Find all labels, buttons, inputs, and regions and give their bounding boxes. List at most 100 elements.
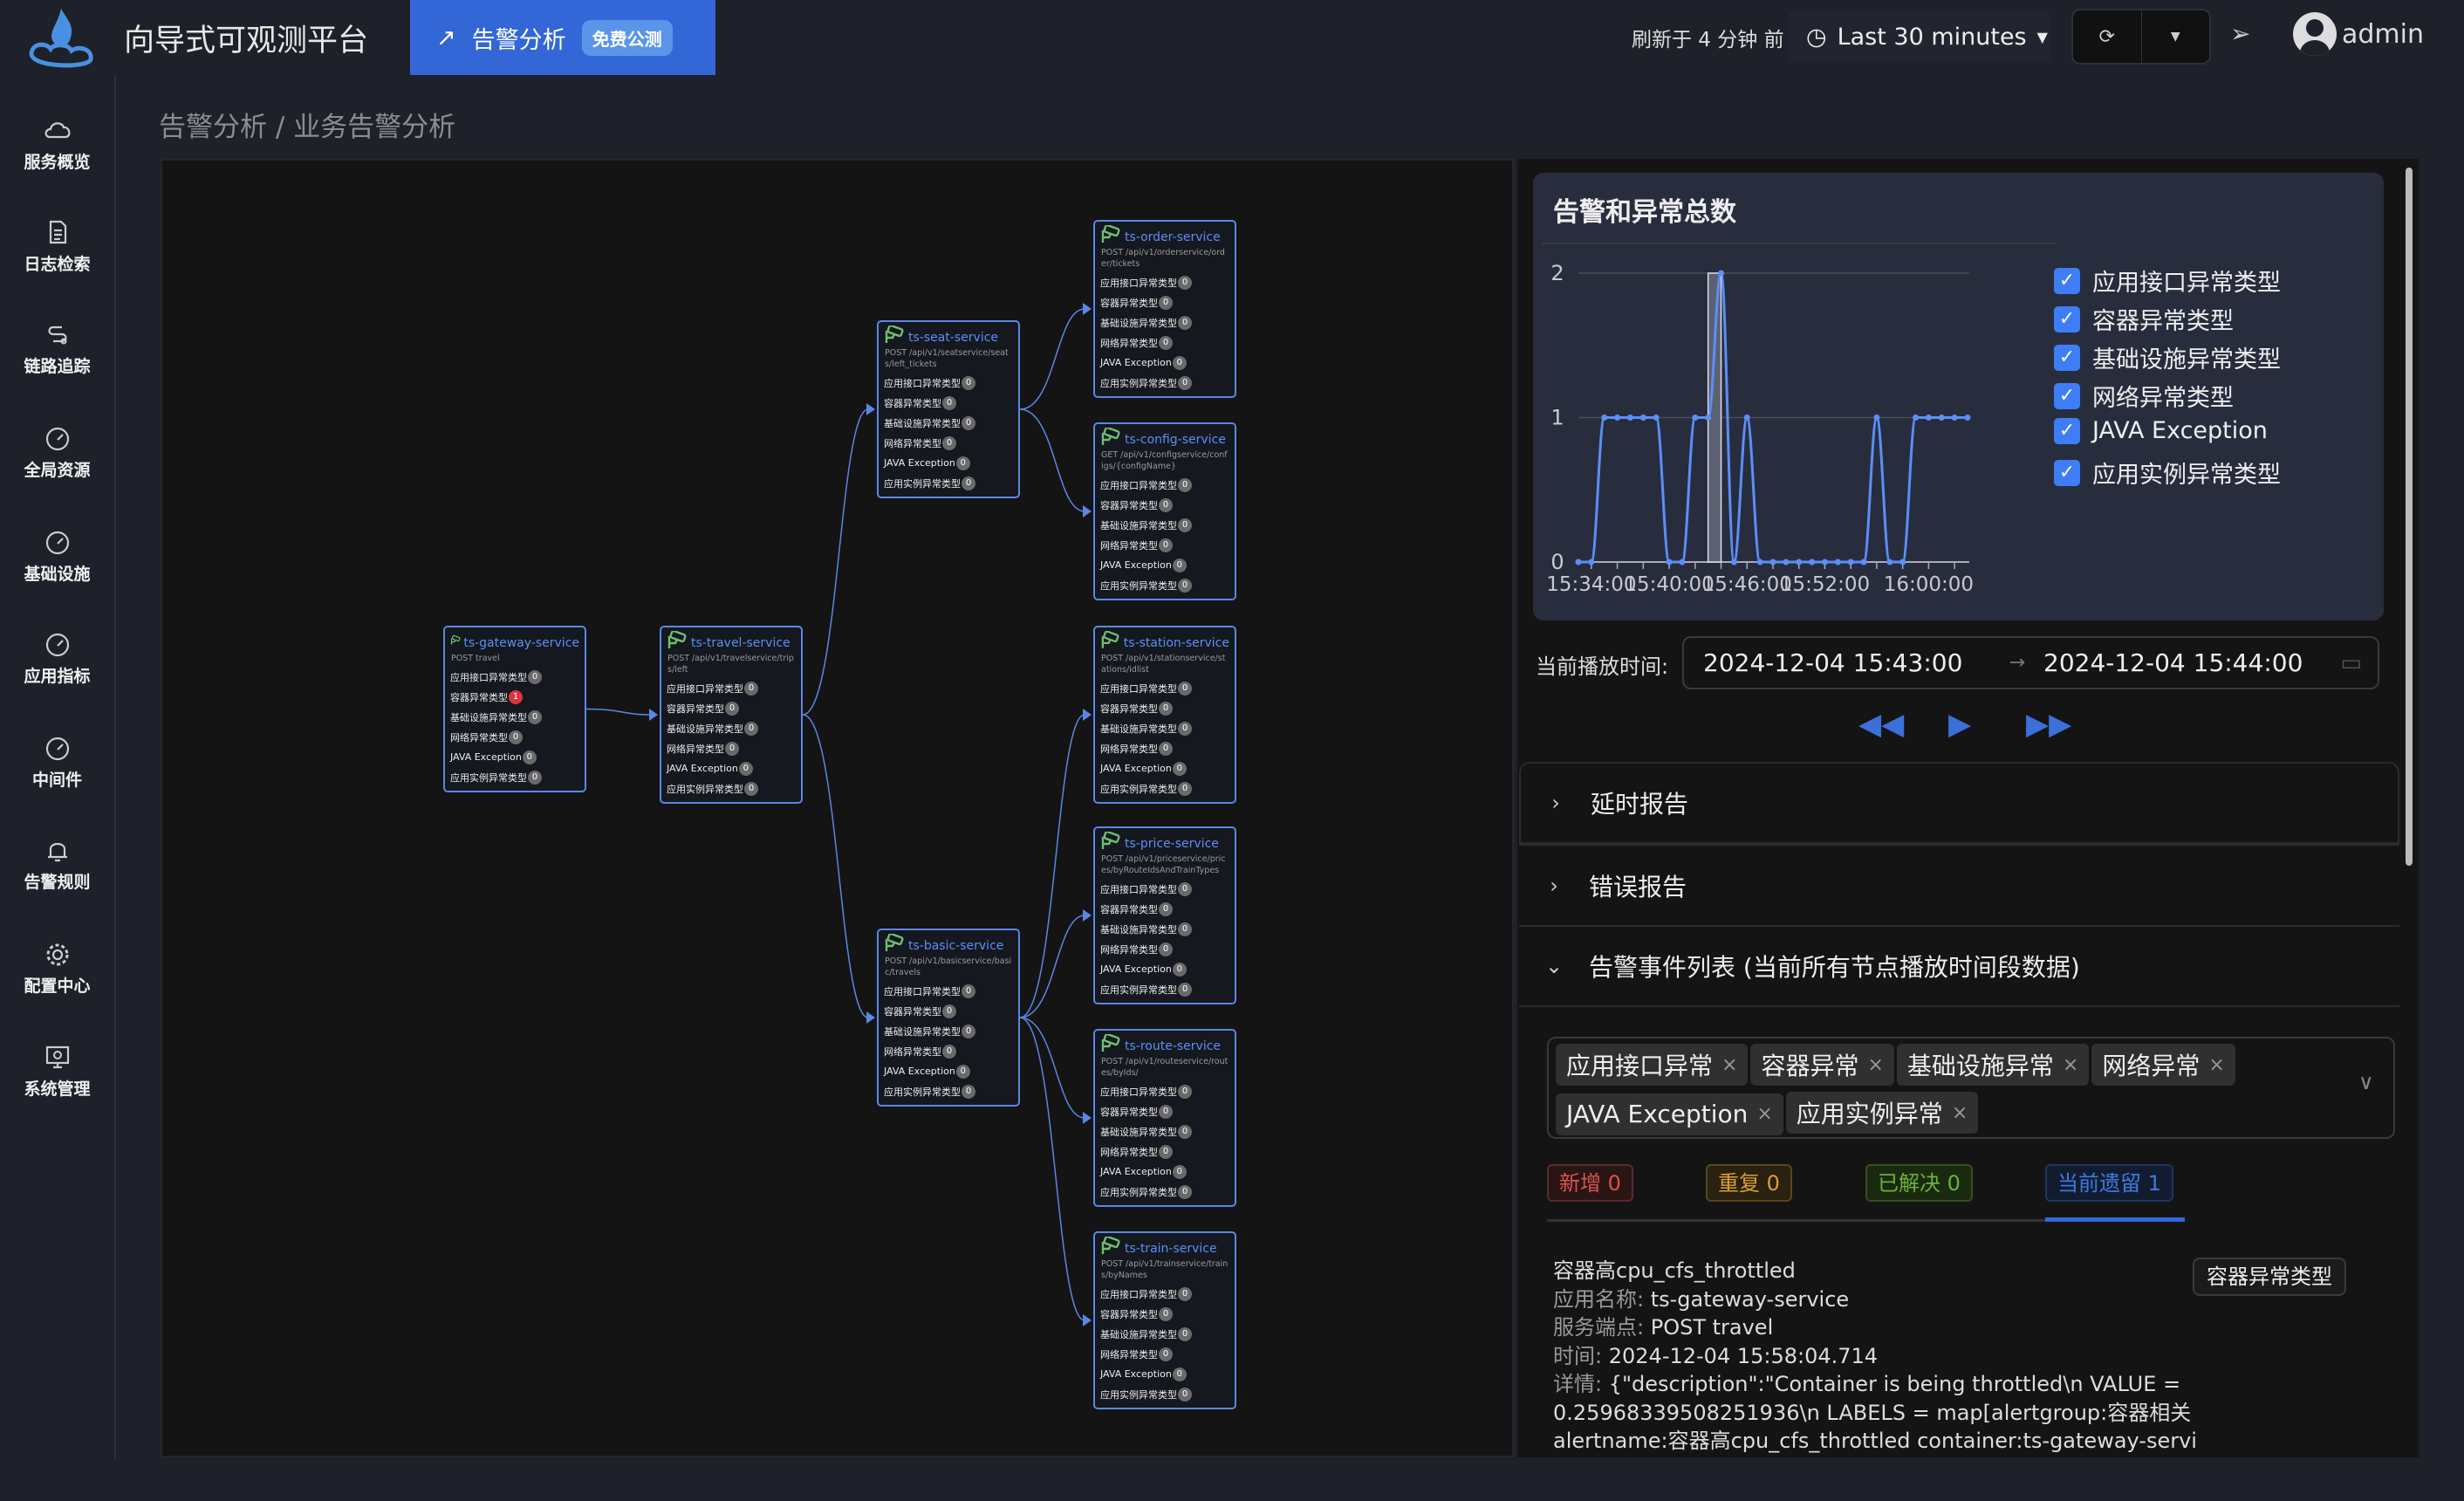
alert-count-badge[interactable]: 0: [744, 781, 758, 796]
close-icon[interactable]: ×: [1952, 1102, 1968, 1124]
refresh-button[interactable]: ⟳: [2073, 10, 2142, 63]
alert-count-badge[interactable]: 0: [1178, 1084, 1192, 1099]
service-node-station[interactable]: ts-station-service POST /api/v1/stationse…: [1093, 626, 1236, 804]
alert-count-badge[interactable]: 0: [1178, 781, 1192, 796]
alert-count-badge[interactable]: 0: [942, 1004, 956, 1018]
alert-count-badge[interactable]: 0: [522, 750, 537, 764]
checkbox-checked-icon[interactable]: ✓: [2054, 417, 2080, 444]
tab-alert-analysis[interactable]: ↗ 告警分析 免费公测: [410, 0, 715, 75]
alert-count-badge[interactable]: 0: [725, 741, 739, 756]
alert-count-badge[interactable]: 0: [1178, 982, 1192, 997]
legend-item[interactable]: ✓ 应用实例异常类型: [2054, 456, 2281, 490]
data-point[interactable]: [1653, 415, 1660, 421]
section-latency-report[interactable]: › 延时报告: [1519, 762, 2399, 844]
service-node-train[interactable]: ts-train-service POST /api/v1/trainservic…: [1093, 1231, 1236, 1409]
legend-item[interactable]: ✓ 容器异常类型: [2054, 302, 2234, 336]
legend-item[interactable]: ✓ 应用接口异常类型: [2054, 264, 2281, 298]
service-node-route[interactable]: ts-route-service POST /api/v1/routeservic…: [1093, 1029, 1236, 1207]
checkbox-checked-icon[interactable]: ✓: [2054, 305, 2080, 332]
alert-count-badge[interactable]: 0: [962, 415, 975, 430]
data-point[interactable]: [1705, 415, 1712, 421]
playback-end-time[interactable]: 2024-12-04 15:44:00: [2043, 648, 2340, 677]
service-node-price[interactable]: ts-price-service POST /api/v1/priceservic…: [1093, 826, 1236, 1004]
sidebar-item-8[interactable]: 告警规则: [0, 836, 114, 893]
data-point[interactable]: [1692, 415, 1699, 421]
alert-count-badge[interactable]: 0: [1178, 517, 1192, 532]
rewind-button[interactable]: ◀◀: [1858, 707, 1904, 742]
calendar-icon[interactable]: ▭: [2340, 650, 2362, 676]
alert-count-badge[interactable]: 0: [1178, 922, 1192, 936]
alert-count-badge[interactable]: 0: [1178, 578, 1192, 593]
alert-count-badge[interactable]: 0: [1172, 355, 1187, 370]
alert-count-badge[interactable]: 0: [1178, 721, 1192, 736]
service-node-seat[interactable]: ts-seat-service POST /api/v1/seatservice/…: [877, 320, 1020, 498]
data-point[interactable]: [1575, 559, 1582, 565]
data-point[interactable]: [1964, 415, 1971, 421]
alert-count-badge[interactable]: 0: [1172, 1164, 1187, 1179]
alert-count-badge[interactable]: 1: [509, 689, 523, 704]
checkbox-checked-icon[interactable]: ✓: [2054, 382, 2080, 409]
alert-count-badge[interactable]: 0: [528, 709, 542, 724]
chevron-down-icon[interactable]: ∨: [2358, 1070, 2374, 1094]
status-tab-repeat[interactable]: 重复 0: [1706, 1164, 1792, 1202]
data-point[interactable]: [1756, 559, 1763, 565]
alert-count-badge[interactable]: 0: [1178, 1124, 1192, 1139]
alert-count-badge[interactable]: 0: [1159, 942, 1173, 956]
data-point[interactable]: [1588, 559, 1595, 565]
alert-count-badge[interactable]: 0: [1159, 1306, 1173, 1321]
play-button[interactable]: ▶: [1948, 707, 1971, 742]
close-icon[interactable]: ×: [1867, 1054, 1883, 1076]
alert-type-filter[interactable]: 应用接口异常 × 容器异常 × 基础设施异常 × 网络异常 × JAVA Exception × 应…: [1547, 1037, 2395, 1139]
alert-count-badge[interactable]: 0: [725, 701, 739, 716]
alert-count-badge[interactable]: 0: [942, 435, 956, 450]
sidebar-item-7[interactable]: 中间件: [0, 734, 114, 791]
sidebar-item-5[interactable]: 基础设施: [0, 528, 114, 585]
alert-count-badge[interactable]: 0: [1172, 962, 1187, 977]
data-point[interactable]: [1718, 270, 1725, 277]
service-node-gateway[interactable]: ts-gateway-service POST travel 应用接口异常类型 0 容器…: [443, 626, 586, 792]
alert-count-badge[interactable]: 0: [962, 1024, 975, 1038]
alert-count-badge[interactable]: 0: [1159, 295, 1173, 310]
data-point[interactable]: [1769, 559, 1776, 565]
alert-count-badge[interactable]: 0: [1178, 375, 1192, 390]
data-point[interactable]: [1873, 415, 1880, 421]
data-point[interactable]: [1938, 415, 1945, 421]
data-point[interactable]: [1614, 415, 1621, 421]
data-point[interactable]: [1626, 415, 1633, 421]
alert-count-badge[interactable]: 0: [744, 721, 758, 736]
alert-count-badge[interactable]: 0: [1172, 761, 1187, 776]
data-point[interactable]: [1913, 415, 1920, 421]
alert-count-badge[interactable]: 0: [955, 456, 970, 470]
close-icon[interactable]: ×: [1721, 1054, 1737, 1076]
alert-count-badge[interactable]: 0: [1178, 881, 1192, 896]
checkbox-checked-icon[interactable]: ✓: [2054, 344, 2080, 371]
data-point[interactable]: [1860, 559, 1867, 565]
sidebar-item-6[interactable]: 应用指标: [0, 630, 114, 687]
sidebar-item-3[interactable]: 链路追踪: [0, 320, 114, 377]
alert-count-badge[interactable]: 0: [1172, 558, 1187, 572]
data-point[interactable]: [1730, 559, 1737, 565]
checkbox-checked-icon[interactable]: ✓: [2054, 267, 2080, 294]
alert-count-badge[interactable]: 0: [955, 1064, 970, 1079]
sidebar-item-9[interactable]: 配置中心: [0, 940, 114, 997]
checkbox-checked-icon[interactable]: ✓: [2054, 459, 2080, 486]
legend-item[interactable]: ✓ 基础设施异常类型: [2054, 340, 2281, 374]
user-menu[interactable]: admin: [2293, 12, 2424, 56]
data-point[interactable]: [1796, 559, 1803, 565]
right-panel-scrollbar[interactable]: [2406, 168, 2413, 866]
section-error-report[interactable]: › 错误报告: [1519, 844, 2399, 926]
alert-count-badge[interactable]: 0: [1159, 1104, 1173, 1119]
alert-count-badge[interactable]: 0: [942, 1044, 956, 1059]
alert-count-badge[interactable]: 0: [509, 730, 523, 744]
status-tab-remaining[interactable]: 当前遗留 1: [2045, 1164, 2173, 1202]
service-node-order[interactable]: ts-order-service POST /api/v1/orderservic…: [1093, 220, 1236, 398]
status-tab-new[interactable]: 新增 0: [1547, 1164, 1633, 1202]
alert-count-badge[interactable]: 0: [1178, 315, 1192, 330]
service-node-config[interactable]: ts-config-service GET /api/v1/configservi…: [1093, 422, 1236, 600]
alert-count-badge[interactable]: 0: [1159, 1144, 1173, 1159]
playback-range-picker[interactable]: 2024-12-04 15:43:00 → 2024-12-04 15:44:0…: [1682, 636, 2379, 689]
alert-count-badge[interactable]: 0: [744, 681, 758, 696]
send-icon[interactable]: ➢: [2230, 19, 2250, 48]
fast-forward-button[interactable]: ▶▶: [2026, 707, 2071, 742]
data-point[interactable]: [1809, 559, 1816, 565]
